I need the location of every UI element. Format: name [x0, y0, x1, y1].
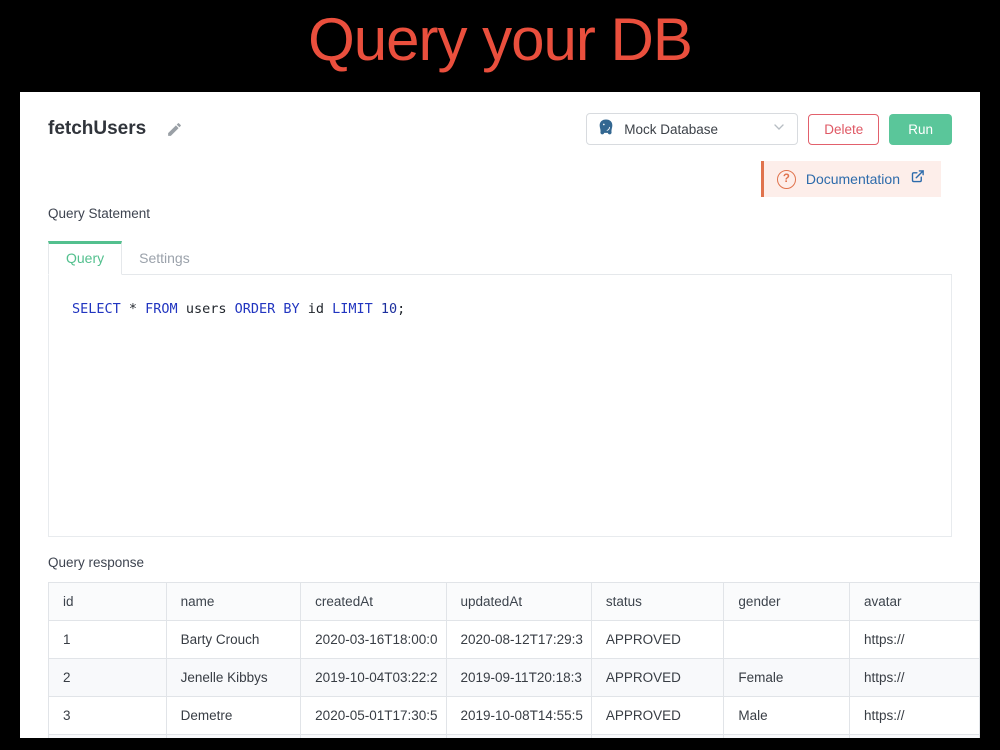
table-cell	[724, 621, 850, 659]
page-title: Query your DB	[0, 0, 1000, 74]
response-table-wrap: idnamecreatedAtupdatedAtstatusgenderavat…	[48, 582, 980, 738]
documentation-banner[interactable]: ? Documentation	[761, 161, 941, 197]
sql-token: 10	[373, 301, 397, 317]
query-editor-card: fetchUsers Mock Database Delete	[20, 92, 980, 738]
table-cell: 2019-12-30T03:54:1	[301, 735, 446, 739]
table-cell: APPROVED	[591, 697, 724, 735]
delete-button[interactable]: Delete	[808, 114, 879, 145]
table-cell: Demetre	[166, 697, 301, 735]
table-cell: https://	[850, 621, 980, 659]
sql-token: SELECT	[72, 301, 121, 317]
column-header-name: name	[166, 583, 301, 621]
query-name: fetchUsers	[48, 118, 146, 140]
table-cell: APPROVED	[591, 621, 724, 659]
sql-token: ORDER BY	[235, 301, 300, 317]
query-header: fetchUsers Mock Database Delete	[48, 113, 952, 145]
table-cell: https://	[850, 697, 980, 735]
table-cell: APPROVED	[591, 735, 724, 739]
sql-token: FROM	[145, 301, 178, 317]
question-mark-icon: ?	[777, 170, 796, 189]
table-row: 3Demetre2020-05-01T17:30:52019-10-08T14:…	[49, 697, 980, 735]
column-header-id: id	[49, 583, 167, 621]
sql-token: LIMIT	[332, 301, 373, 317]
table-cell: Female	[724, 659, 850, 697]
column-header-status: status	[591, 583, 724, 621]
table-row: 4Currey2019-12-30T03:54:12020-08-12T17:4…	[49, 735, 980, 739]
sql-code-line: SELECT * FROM users ORDER BY id LIMIT 10…	[49, 275, 951, 317]
column-header-updatedat: updatedAt	[446, 583, 591, 621]
resource-selector-value: Mock Database	[624, 122, 771, 137]
query-controls: Mock Database Delete Run	[586, 113, 952, 145]
tab-settings[interactable]: Settings	[122, 244, 207, 274]
table-body: 1Barty Crouch2020-03-16T18:00:02020-08-1…	[49, 621, 980, 739]
column-header-gender: gender	[724, 583, 850, 621]
column-header-createdat: createdAt	[301, 583, 446, 621]
table-cell: https://	[850, 659, 980, 697]
query-statement-label: Query Statement	[48, 206, 952, 221]
table-cell: 2020-03-16T18:00:0	[301, 621, 446, 659]
column-header-avatar: avatar	[850, 583, 980, 621]
tab-query[interactable]: Query	[48, 241, 122, 275]
postgresql-icon	[597, 118, 615, 141]
query-title-group: fetchUsers	[48, 118, 183, 140]
edit-pencil-icon[interactable]	[166, 121, 183, 138]
sql-token: users	[178, 301, 235, 317]
query-response-label: Query response	[48, 555, 952, 570]
docs-row: ? Documentation	[48, 161, 941, 197]
table-cell: 1	[49, 621, 167, 659]
table-header-row: idnamecreatedAtupdatedAtstatusgenderavat…	[49, 583, 980, 621]
table-cell: APPROVED	[591, 659, 724, 697]
table-cell: 2020-08-12T17:43:0	[446, 735, 591, 739]
table-cell: 3	[49, 697, 167, 735]
tabs: QuerySettings	[48, 240, 952, 275]
table-cell: Barty Crouch	[166, 621, 301, 659]
table-cell: Female	[724, 735, 850, 739]
external-link-icon	[910, 169, 925, 189]
sql-editor[interactable]: SELECT * FROM users ORDER BY id LIMIT 10…	[48, 275, 952, 537]
table-cell: Currey	[166, 735, 301, 739]
table-row: 1Barty Crouch2020-03-16T18:00:02020-08-1…	[49, 621, 980, 659]
sql-token: id	[300, 301, 333, 317]
table-cell: 2019-10-04T03:22:2	[301, 659, 446, 697]
table-cell: 2	[49, 659, 167, 697]
table-cell: 2020-08-12T17:29:3	[446, 621, 591, 659]
documentation-link[interactable]: Documentation	[806, 171, 900, 187]
table-cell: Jenelle Kibbys	[166, 659, 301, 697]
sql-token: ;	[397, 301, 405, 317]
sql-token: *	[121, 301, 145, 317]
table-cell: https://	[850, 735, 980, 739]
response-table: idnamecreatedAtupdatedAtstatusgenderavat…	[48, 582, 980, 738]
chevron-down-icon	[771, 119, 787, 140]
table-cell: 2019-10-08T14:55:5	[446, 697, 591, 735]
run-button[interactable]: Run	[889, 114, 952, 145]
table-row: 2Jenelle Kibbys2019-10-04T03:22:22019-09…	[49, 659, 980, 697]
table-cell: 2020-05-01T17:30:5	[301, 697, 446, 735]
resource-selector[interactable]: Mock Database	[586, 113, 798, 145]
table-cell: 2019-09-11T20:18:3	[446, 659, 591, 697]
table-cell: 4	[49, 735, 167, 739]
table-cell: Male	[724, 697, 850, 735]
